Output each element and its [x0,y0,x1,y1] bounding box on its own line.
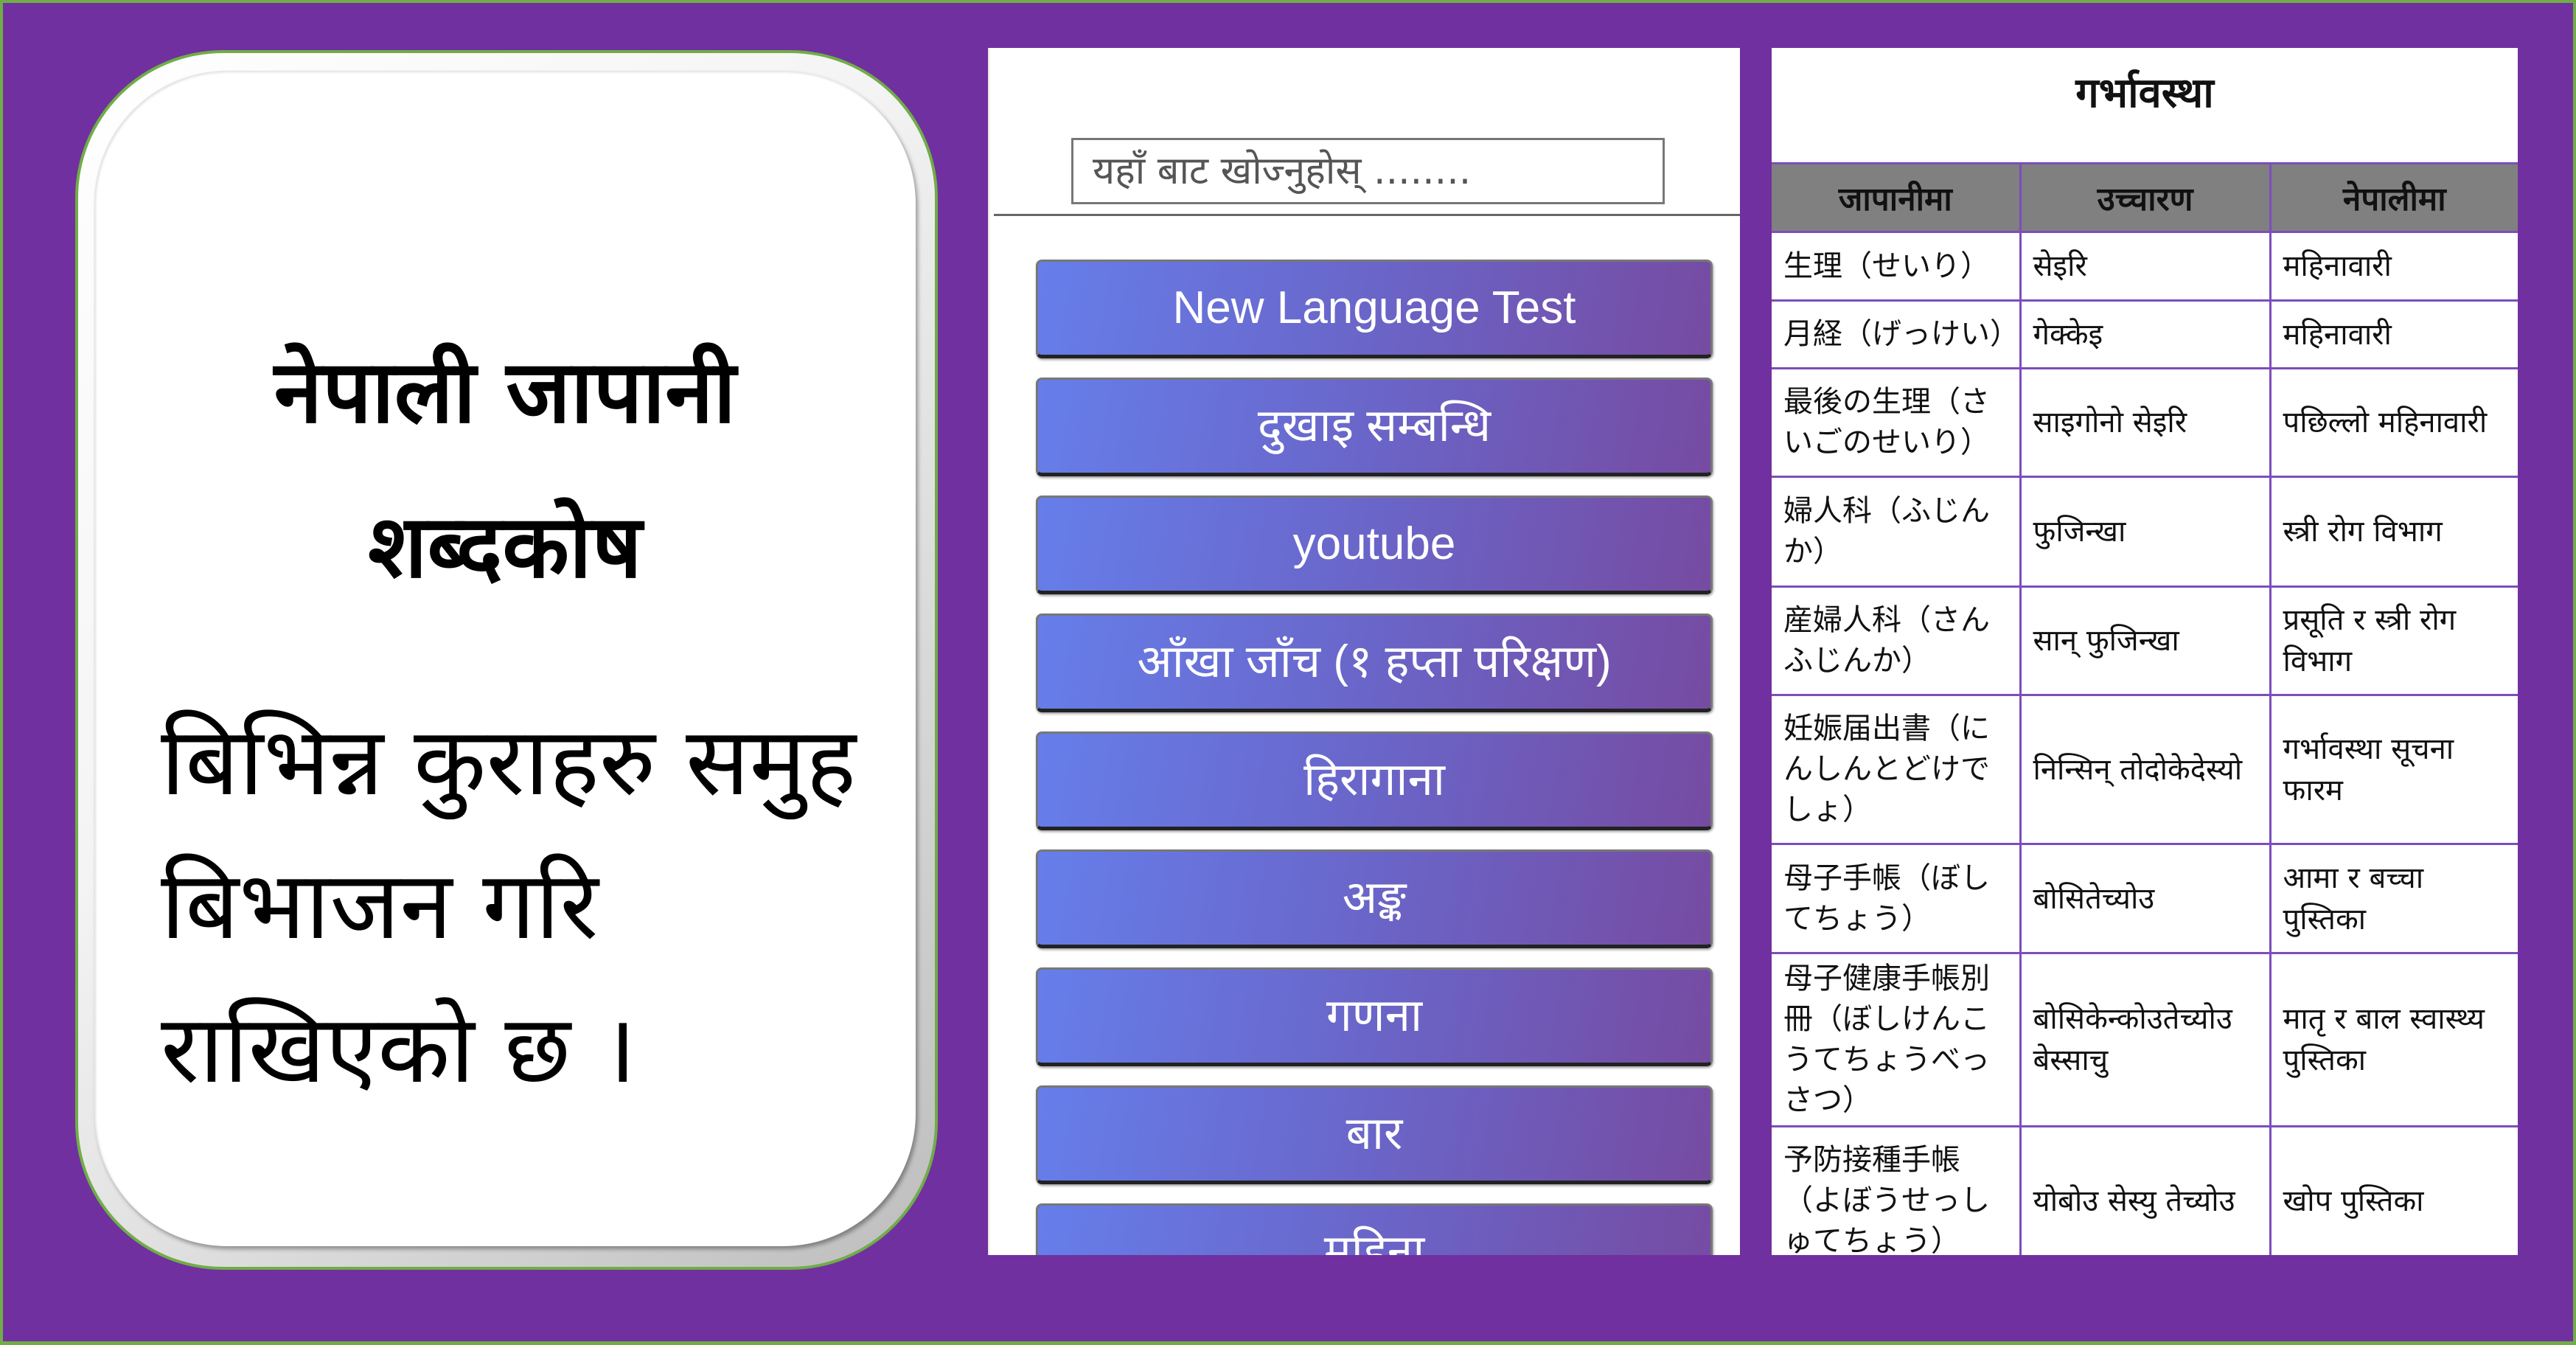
cell-pronunciation: सान् फुजिन्खा [2019,585,2272,696]
menu-button-label: youtube [1292,518,1456,569]
cell-japanese: 妊娠届出書（にんしんとどけでしょ） [1772,694,2022,845]
column-header-pronunciation: उच्चारण [2019,162,2272,233]
table-row: 妊娠届出書（にんしんとどけでしょ） निन्सिन् तोदोकेदेस्यो … [1772,694,2518,845]
menu-button-label: New Language Test [1172,282,1576,333]
menu-button-label: हिरागाना [1303,754,1445,805]
menu-button-label: गणना [1326,990,1423,1041]
cell-pronunciation: साइगोनो सेइरि [2019,367,2272,478]
menu-button-label: महिना [1323,1226,1425,1255]
cell-pronunciation: फुजिन्खा [2019,476,2272,588]
cell-nepali: महिनावारी [2269,299,2518,369]
cell-pronunciation: बोसितेच्योउ [2019,843,2272,954]
menu-button-label: बार [1346,1108,1403,1159]
cell-nepali: आमा र बच्चा पुस्तिका [2269,843,2518,954]
cell-pronunciation: सेइरि [2019,231,2272,302]
cell-nepali: महिनावारी [2269,231,2518,302]
menu-button-weekdays[interactable]: बार [1036,1085,1713,1184]
menu-button-hiragana[interactable]: हिरागाना [1036,731,1713,830]
cell-pronunciation: गेक्केइ [2019,299,2272,369]
cell-nepali: खोप पुस्तिका [2269,1125,2518,1255]
column-header-nepali: नेपालीमा [2269,162,2518,233]
cell-japanese: 生理（せいり） [1772,231,2022,302]
cell-japanese: 最後の生理（さいごのせいり） [1772,367,2022,478]
vocab-screen: गर्भावस्था जापानीमा उच्चारण नेपालीमा 生理（… [1772,48,2518,1255]
menu-button-youtube[interactable]: youtube [1036,496,1713,594]
promo-card: नेपाली जापानी शब्दकोष बिभिन्न कुराहरु सम… [75,50,938,1270]
cell-nepali: स्त्री रोग विभाग [2269,476,2518,588]
cell-japanese: 婦人科（ふじんか） [1772,476,2022,588]
cell-japanese: 産婦人科（さんふじんか） [1772,585,2022,696]
menu-button-label: अङ्क [1342,872,1407,923]
menu-button-list: New Language Test दुखाइ सम्बन्धि youtube… [1036,260,1713,1255]
cell-pronunciation: बोसिकेन्कोउतेच्योउ बेस्साचु [2019,952,2272,1127]
menu-button-eye-test[interactable]: आँखा जाँच (१ हप्ता परिक्षण) [1036,614,1713,712]
table-row: 婦人科（ふじんか） फुजिन्खा स्त्री रोग विभाग [1772,476,2518,588]
cell-japanese: 予防接種手帳（よぼうせっしゅてちょう） [1772,1125,2022,1255]
menu-button-counting[interactable]: गणना [1036,967,1713,1066]
vocab-page-title: गर्भावस्था [2075,69,2214,117]
table-row: 予防接種手帳（よぼうせっしゅてちょう） योबोउ सेस्यु तेच्योउ… [1772,1125,2518,1255]
cell-nepali: मातृ र बाल स्वास्थ्य पुस्तिका [2269,952,2518,1127]
cell-nepali: गर्भावस्था सूचना फारम [2269,694,2518,845]
table-row: 母子手帳（ぼしてちょう） बोसितेच्योउ आमा र बच्चा पुस… [1772,843,2518,954]
table-row: 最後の生理（さいごのせいり） साइगोनो सेइरि पछिल्लो महि… [1772,367,2518,478]
menu-button-label: दुखाइ सम्बन्धि [1257,400,1491,451]
menu-button-new-language-test[interactable]: New Language Test [1036,260,1713,358]
table-row: 月経（げっけい） गेक्केइ महिनावारी [1772,299,2518,369]
promo-card-inner: नेपाली जापानी शब्दकोष बिभिन्न कुराहरु सम… [94,71,916,1246]
menu-button-pain-related[interactable]: दुखाइ सम्बन्धि [1036,378,1713,476]
table-row: 生理（せいり） सेइरि महिनावारी [1772,231,2518,302]
column-header-japanese: जापानीमा [1772,162,2022,233]
cell-japanese: 母子手帳（ぼしてちょう） [1772,843,2022,954]
header-divider [994,214,1740,216]
app-title: नेपाली जापानी शब्दकोष [274,341,737,597]
cell-japanese: 月経（げっけい） [1772,299,2022,369]
cell-nepali: पछिल्लो महिनावारी [2269,367,2518,478]
menu-button-months[interactable]: महिना [1036,1203,1713,1255]
table-row: 産婦人科（さんふじんか） सान् फुजिन्खा प्रसूति र स्त… [1772,585,2518,696]
menu-screen: New Language Test दुखाइ सम्बन्धि youtube… [988,48,1740,1255]
cell-nepali: प्रसूति र स्त्री रोग विभाग [2269,585,2518,696]
cell-pronunciation: निन्सिन् तोदोकेदेस्यो [2019,694,2272,845]
menu-button-label: आँखा जाँच (१ हप्ता परिक्षण) [1137,636,1612,687]
vocab-table: जापानीमा उच्चारण नेपालीमा 生理（せいり） सेइरि … [1772,162,2518,1255]
cell-japanese: 母子健康手帳別冊（ぼしけんこうてちょうべっさつ） [1772,952,2022,1127]
search-input[interactable] [1071,138,1665,204]
table-row: 母子健康手帳別冊（ぼしけんこうてちょうべっさつ） बोसिकेन्कोउतेच्… [1772,952,2518,1127]
menu-button-numbers[interactable]: अङ्क [1036,849,1713,948]
app-description: बिभिन्न कुराहरु समुह बिभाजन गरि राखिएको … [161,707,857,1105]
table-header-row: जापानीमा उच्चारण नेपालीमा [1772,162,2518,233]
cell-pronunciation: योबोउ सेस्यु तेच्योउ [2019,1125,2272,1255]
